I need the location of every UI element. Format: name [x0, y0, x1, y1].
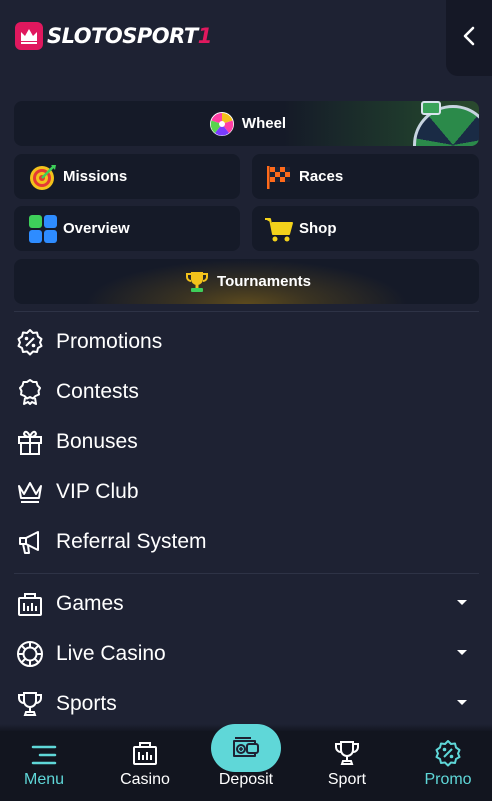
menu-item-bonuses[interactable]: Bonuses	[14, 420, 479, 464]
wheel-pointer-decoration	[421, 101, 441, 115]
percent-badge-icon	[434, 731, 462, 771]
divider	[14, 573, 479, 574]
slot-machine-icon	[14, 588, 46, 620]
ribbon-icon	[14, 376, 46, 408]
chevron-down-icon[interactable]	[457, 650, 467, 655]
trophy-outline-icon	[333, 731, 361, 771]
menu-item-label: Referral System	[56, 530, 207, 553]
menu-item-referral-system[interactable]: Referral System	[14, 520, 479, 564]
menu-item-label: Live Casino	[56, 642, 166, 665]
nav-sport[interactable]: Sport	[318, 731, 376, 801]
brand-name-accent: 1	[197, 24, 213, 48]
brand-name: SLOTOSPORT1	[47, 24, 212, 48]
menu-item-label: Contests	[56, 380, 139, 403]
nav-deposit[interactable]: Deposit	[206, 731, 286, 801]
brand-name-main: SLOTOSPORT	[47, 24, 198, 48]
bottom-nav: Menu Casino Deposit Sport Promo	[0, 724, 492, 801]
wheel-tile[interactable]: Wheel	[14, 101, 479, 146]
missions-label: Missions	[63, 168, 128, 185]
chevron-down-icon[interactable]	[457, 600, 467, 605]
menu-item-live-casino[interactable]: Live Casino	[14, 632, 479, 676]
trophy-icon	[182, 267, 212, 297]
menu-item-label: Sports	[56, 692, 117, 715]
slot-machine-icon	[131, 731, 159, 771]
target-icon	[28, 162, 58, 192]
menu-item-label: Promotions	[56, 330, 163, 353]
menu-item-contests[interactable]: Contests	[14, 370, 479, 414]
missions-tile[interactable]: Missions	[14, 154, 240, 199]
percent-badge-icon	[14, 326, 46, 358]
cart-icon	[264, 214, 294, 244]
nav-label: Sport	[327, 771, 367, 788]
close-menu-button[interactable]	[446, 0, 492, 76]
nav-menu[interactable]: Menu	[12, 731, 76, 801]
menu-item-label: VIP Club	[56, 480, 139, 503]
nav-label: Casino	[120, 771, 170, 788]
gift-icon	[14, 426, 46, 458]
tournaments-label: Tournaments	[217, 273, 311, 290]
nav-label: Promo	[424, 771, 472, 788]
crown-icon	[14, 476, 46, 508]
chevron-left-icon	[462, 26, 476, 51]
menu-item-games[interactable]: Games	[14, 582, 479, 626]
shop-label: Shop	[299, 220, 337, 237]
menu-item-vip-club[interactable]: VIP Club	[14, 470, 479, 514]
racing-flag-icon	[264, 162, 294, 192]
nav-label: Menu	[23, 771, 65, 788]
menu-item-label: Bonuses	[56, 430, 138, 453]
casino-chip-icon	[14, 638, 46, 670]
overview-label: Overview	[63, 220, 130, 237]
nav-casino[interactable]: Casino	[111, 731, 179, 801]
fortune-wheel-icon	[207, 109, 237, 139]
tournaments-tile[interactable]: Tournaments	[14, 259, 479, 304]
megaphone-icon	[14, 526, 46, 558]
menu-item-label: Games	[56, 592, 124, 615]
menu-item-sports[interactable]: Sports	[14, 682, 479, 726]
crown-logo-icon	[15, 22, 43, 50]
nav-label: Deposit	[218, 771, 274, 788]
brand-logo[interactable]: SLOTOSPORT1	[15, 22, 212, 50]
header: SLOTOSPORT1	[0, 0, 492, 78]
menu-item-promotions[interactable]: Promotions	[14, 320, 479, 364]
overview-tile[interactable]: Overview	[14, 206, 240, 251]
nav-promo[interactable]: Promo	[416, 731, 480, 801]
chevron-down-icon[interactable]	[457, 700, 467, 705]
races-label: Races	[299, 168, 344, 185]
grid-icon	[28, 214, 58, 244]
wheel-label: Wheel	[241, 115, 287, 132]
divider	[14, 311, 479, 312]
races-tile[interactable]: Races	[252, 154, 479, 199]
trophy-outline-icon	[14, 688, 46, 720]
shop-tile[interactable]: Shop	[252, 206, 479, 251]
hamburger-icon	[30, 731, 58, 771]
